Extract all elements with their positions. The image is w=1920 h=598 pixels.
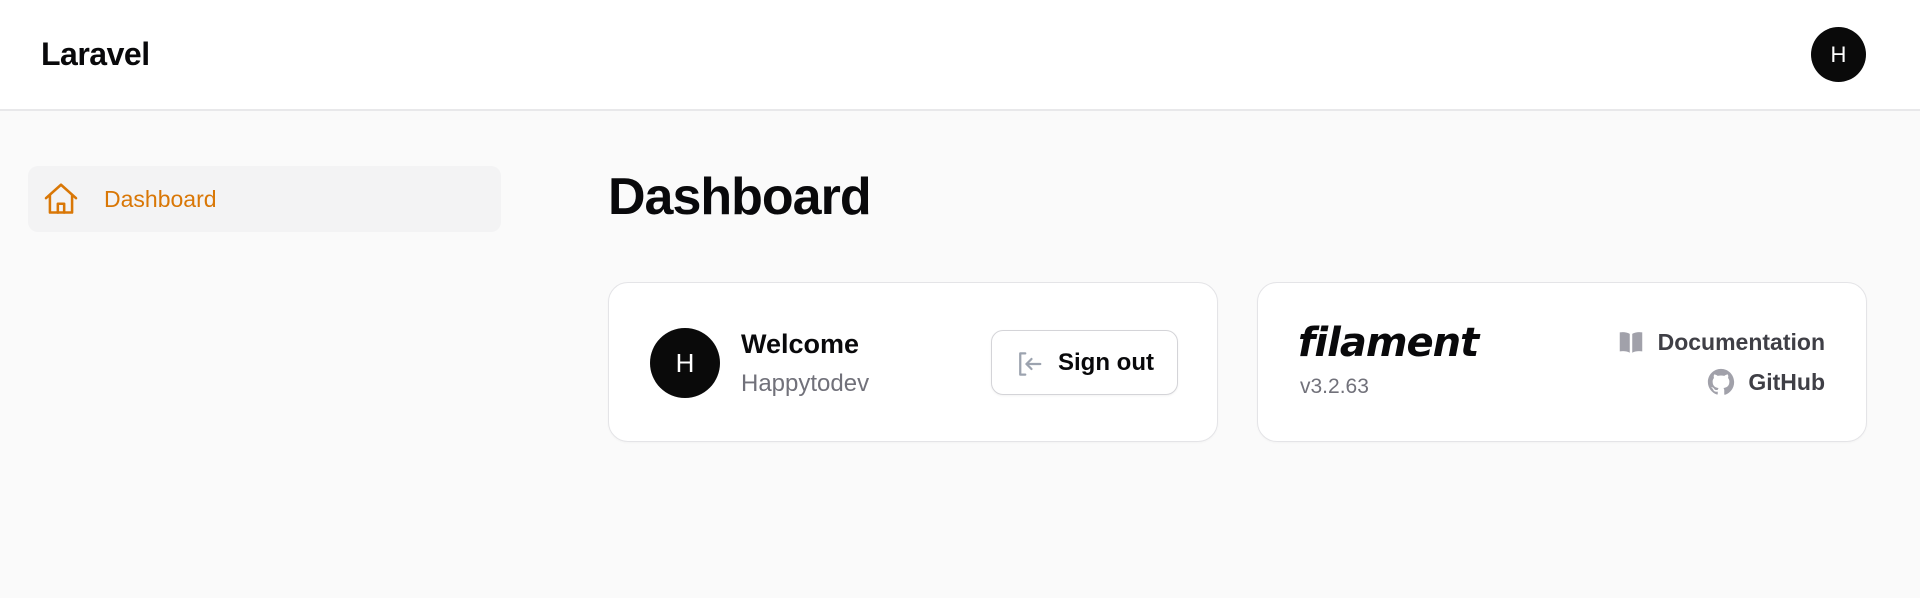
sidebar-item-dashboard[interactable]: Dashboard (28, 166, 501, 232)
user-avatar-button[interactable]: H (1811, 27, 1866, 82)
welcome-title: Welcome (741, 329, 860, 359)
top-bar: Laravel H (0, 0, 1920, 111)
home-icon (44, 183, 78, 214)
avatar: H (650, 328, 720, 398)
user-name: Happytodev (741, 370, 870, 397)
filament-version: v3.2.63 (1300, 375, 1369, 398)
documentation-label: Documentation (1657, 328, 1825, 355)
welcome-card: H Welcome Happytodev Sign out (608, 282, 1218, 442)
book-open-icon (1619, 332, 1642, 353)
sign-out-icon (1019, 352, 1042, 376)
github-label: GitHub (1748, 368, 1825, 395)
sign-out-button[interactable]: Sign out (991, 330, 1178, 395)
filament-info-card: filament v3.2.63 Documentation GitHub (1257, 282, 1867, 442)
sidebar-item-label: Dashboard (104, 186, 217, 212)
github-link[interactable]: GitHub (1706, 367, 1825, 397)
brand-logo[interactable]: Laravel (41, 36, 150, 73)
page-title: Dashboard (608, 168, 872, 226)
sign-out-label: Sign out (1058, 349, 1154, 376)
filament-logo[interactable]: filament (1298, 320, 1479, 366)
github-icon (1708, 368, 1735, 395)
documentation-link[interactable]: Documentation (1616, 327, 1825, 357)
